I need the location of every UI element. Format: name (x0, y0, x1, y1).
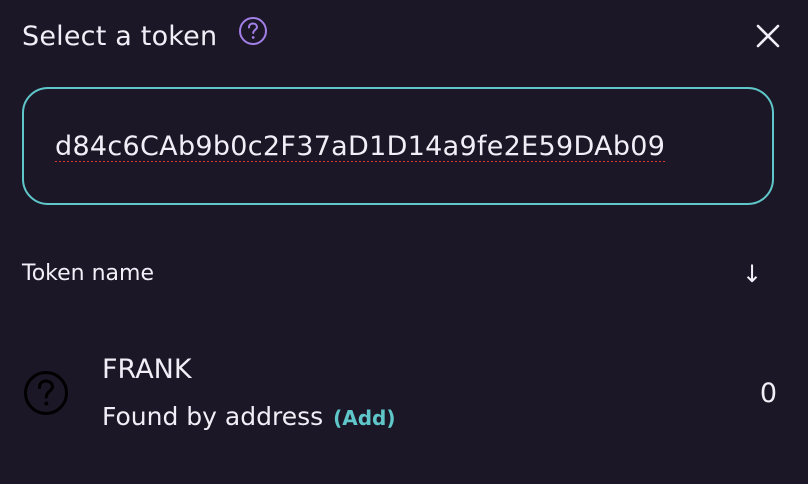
modal-title: Select a token (22, 21, 218, 52)
modal-header: Select a token (22, 14, 786, 58)
token-search-input[interactable] (55, 130, 742, 162)
sort-arrow-button[interactable]: ↓ (738, 258, 766, 290)
close-button[interactable] (750, 18, 786, 54)
question-circle-icon[interactable] (238, 16, 268, 46)
token-subtitle: Found by address (Add) (102, 402, 396, 431)
token-status: Found by address (102, 402, 324, 431)
close-icon (756, 24, 780, 48)
token-list-item[interactable]: FRANK Found by address (Add) 0 (22, 348, 782, 440)
list-header: Token name ↓ (22, 258, 766, 290)
add-token-link[interactable]: (Add) (333, 406, 395, 430)
token-balance: 0 (759, 378, 777, 409)
token-search-box (22, 87, 774, 205)
question-circle-icon (22, 369, 70, 417)
token-name-column-label: Token name (22, 261, 154, 286)
token-symbol: FRANK (102, 354, 192, 385)
